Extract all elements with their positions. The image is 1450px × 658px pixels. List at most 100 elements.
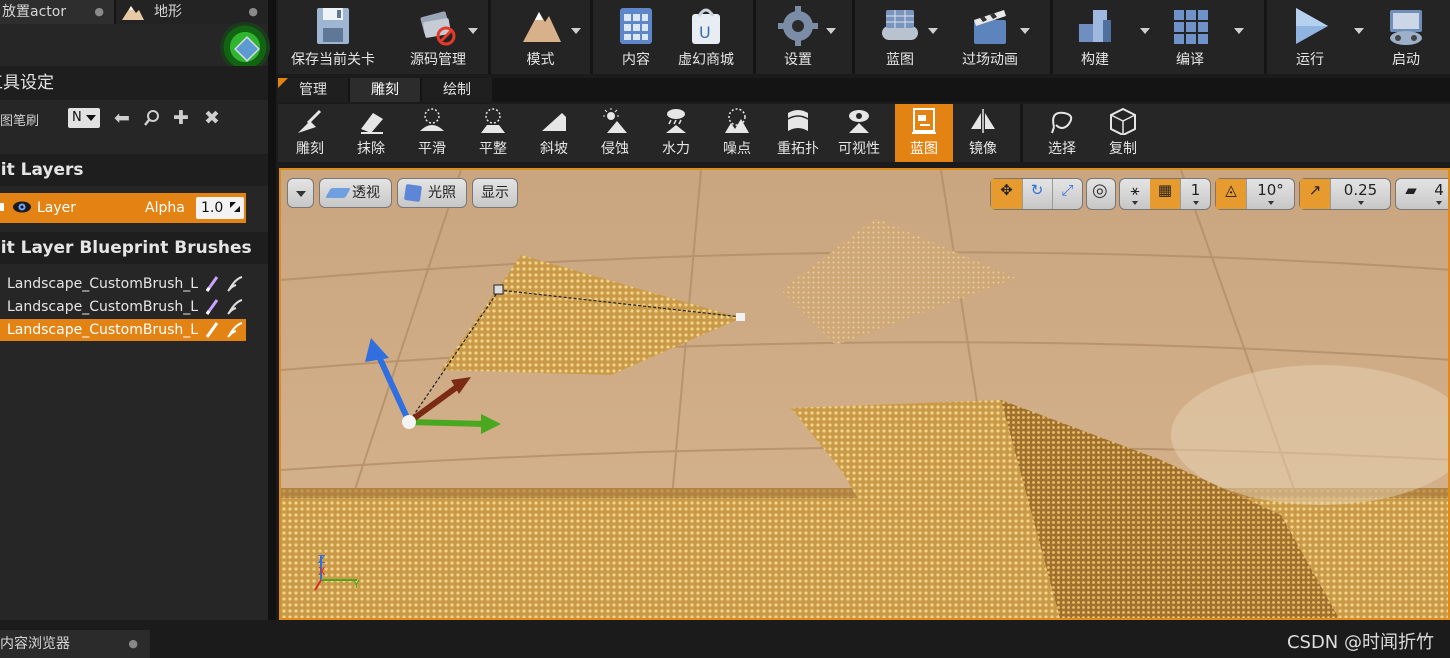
compile-button[interactable]: 编译 <box>1150 0 1244 72</box>
chevron-down-icon[interactable] <box>571 28 581 34</box>
blueprint-brush-row[interactable]: Landscape_CustomBrush_L <box>0 296 246 318</box>
move-icon: ✥ <box>1000 181 1013 199</box>
tab-sculpt[interactable]: 雕刻 <box>350 78 420 102</box>
scale-snap-dropdown[interactable]: 0.25 <box>1330 179 1391 209</box>
brush-icon[interactable] <box>226 275 244 293</box>
play-button[interactable]: 运行 <box>1270 0 1364 72</box>
tool-ramp[interactable]: 斜坡 <box>525 104 583 162</box>
show-button[interactable]: 显示 <box>472 178 518 208</box>
save-level-button[interactable]: 保存当前关卡 <box>280 0 386 72</box>
pencil-icon[interactable] <box>204 298 220 316</box>
tool-select[interactable]: 选择 <box>1033 104 1091 162</box>
blueprint-brush-row[interactable]: Landscape_CustomBrush_L <box>0 273 246 295</box>
marketplace-button[interactable]: U 虚幻商城 <box>670 0 742 72</box>
layer-lock-icon <box>0 203 4 211</box>
perspective-button[interactable]: 透视 <box>319 178 392 208</box>
close-icon[interactable]: ● <box>128 630 138 658</box>
drag-handle-icon[interactable] <box>230 202 240 212</box>
tool-smooth[interactable]: 平滑 <box>403 104 461 162</box>
blueprint-brushes-header[interactable]: Edit Layer Blueprint Brushes <box>0 232 268 264</box>
toolbar-divider <box>590 0 593 74</box>
close-icon[interactable]: ✖ <box>201 106 223 130</box>
tool-erase-label: 抹除 <box>357 141 385 157</box>
tool-sculpt[interactable]: 雕刻 <box>281 104 339 162</box>
tool-visibility[interactable]: 可视性 <box>830 104 888 162</box>
tool-blueprint-brush[interactable]: 蓝图 <box>895 104 953 162</box>
chevron-down-icon[interactable] <box>928 28 938 34</box>
tool-retopologize-label: 重拓扑 <box>777 141 819 157</box>
tab-place-actors[interactable]: 放置actor ● <box>0 0 114 24</box>
chevron-down-icon[interactable] <box>1140 28 1150 34</box>
tool-erosion[interactable]: 侵蚀 <box>586 104 644 162</box>
layer-alpha-label: Alpha <box>145 200 185 216</box>
scale-snap-toggle[interactable]: ↗ <box>1300 179 1331 209</box>
tool-settings-header[interactable]: 工具设定 <box>0 66 268 100</box>
content-button[interactable]: 内容 <box>596 0 676 72</box>
tool-hydro[interactable]: 水力 <box>647 104 705 162</box>
tab-manage[interactable]: 管理 <box>278 78 348 102</box>
eye-icon[interactable] <box>12 200 32 214</box>
close-icon[interactable]: ● <box>248 0 258 24</box>
pencil-icon[interactable] <box>204 321 220 339</box>
brush-icon[interactable] <box>226 321 244 339</box>
camera-speed-dropdown[interactable]: ▰ 4 <box>1395 178 1448 210</box>
arrow-left-icon[interactable]: ⬅ <box>111 106 133 130</box>
layer-row[interactable]: Layer Alpha 1.0 <box>0 193 246 223</box>
brush-icon[interactable] <box>226 298 244 316</box>
select-icon <box>1051 111 1073 134</box>
chevron-down-icon[interactable] <box>1234 28 1244 34</box>
tool-noise[interactable]: 噪点 <box>708 104 766 162</box>
rotation-snap-dropdown[interactable]: 10° <box>1246 179 1295 209</box>
scale-arrow-icon: ↗ <box>1308 181 1322 199</box>
chevron-down-icon[interactable] <box>1020 28 1030 34</box>
translate-mode-button[interactable]: ✥ <box>991 179 1023 209</box>
rotation-snap-toggle[interactable]: ◬ <box>1216 179 1247 209</box>
surface-snap-button[interactable]: ⚹ <box>1120 179 1151 209</box>
tool-flatten[interactable]: 平整 <box>464 104 522 162</box>
cinematics-button[interactable]: 过场动画 <box>946 0 1034 72</box>
viewport-options-button[interactable] <box>287 178 314 208</box>
close-icon[interactable]: ● <box>94 0 104 24</box>
chevron-down-icon[interactable] <box>468 28 478 34</box>
modes-button[interactable]: 模式 <box>493 0 588 72</box>
tab-content-browser[interactable]: 内容浏览器 ● <box>0 630 150 658</box>
chevron-down-icon[interactable] <box>1354 28 1364 34</box>
show-label: 显示 <box>481 185 509 201</box>
tab-corner-marker <box>278 78 288 88</box>
layer-alpha-input[interactable]: 1.0 <box>196 197 244 219</box>
lighting-button[interactable]: 光照 <box>397 178 467 208</box>
cinematics-label: 过场动画 <box>962 52 1018 68</box>
tool-retopologize[interactable]: 重拓扑 <box>769 104 827 162</box>
angle-icon: ◬ <box>1225 181 1237 199</box>
scale-mode-button[interactable]: ⤢ <box>1052 179 1083 209</box>
tab-landscape[interactable]: 地形 ● <box>116 0 268 24</box>
add-icon[interactable]: ✚ <box>170 106 192 130</box>
pencil-icon[interactable] <box>204 275 220 293</box>
settings-button[interactable]: 设置 <box>758 0 838 72</box>
search-icon[interactable] <box>141 106 163 130</box>
blueprint-button[interactable]: 蓝图 <box>860 0 940 72</box>
transform-mode-group: ✥ ↻ ⤢ <box>990 178 1083 210</box>
brush-dropdown[interactable]: N <box>68 108 100 128</box>
blueprint-brush-row-selected[interactable]: Landscape_CustomBrush_L <box>0 319 246 341</box>
globe-icon: ◎ <box>1092 180 1108 201</box>
tool-erosion-label: 侵蚀 <box>601 141 629 157</box>
tool-copy[interactable]: 复制 <box>1094 104 1152 162</box>
tool-select-label: 选择 <box>1048 141 1076 157</box>
source-control-button[interactable]: 源码管理 <box>388 0 488 72</box>
tab-paint[interactable]: 绘制 <box>422 78 492 102</box>
panel-splitter[interactable] <box>268 0 276 620</box>
build-button[interactable]: 构建 <box>1056 0 1150 72</box>
rotate-mode-button[interactable]: ↻ <box>1022 179 1053 209</box>
level-viewport[interactable]: Z X Y 透视 光照 显示 ✥ ↻ ⤢ ◎ ⚹ ▦ 1 ◬ 10° ↗ 0.2… <box>279 168 1450 620</box>
tool-erase[interactable]: 抹除 <box>342 104 400 162</box>
chevron-down-icon[interactable] <box>826 28 836 34</box>
edit-layers-header[interactable]: Edit Layers <box>0 154 268 186</box>
grid-snap-toggle[interactable]: ▦ <box>1150 179 1181 209</box>
svg-text:U: U <box>699 23 711 42</box>
grid-size-dropdown[interactable]: 1 <box>1180 179 1211 209</box>
launch-button[interactable]: 启动 <box>1368 0 1444 72</box>
world-space-button[interactable]: ◎ <box>1086 178 1116 210</box>
tool-mirror[interactable]: 镜像 <box>954 104 1012 162</box>
bottom-bar: 内容浏览器 ● CSDN @时闻折竹 <box>0 622 1450 658</box>
